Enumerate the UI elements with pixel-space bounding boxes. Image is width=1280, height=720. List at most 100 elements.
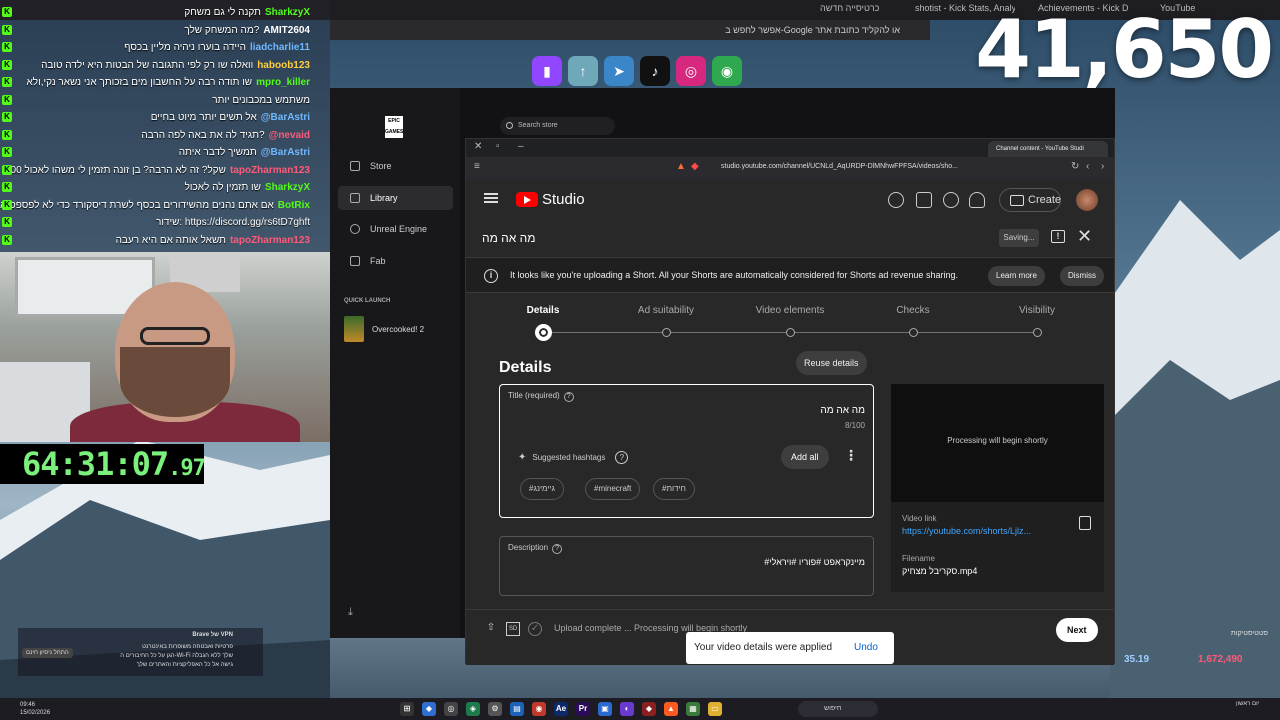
brave-shield-icon[interactable]: ▲ bbox=[676, 161, 686, 172]
description-input[interactable]: #מיינקראפט #פוריו #ויראלי bbox=[764, 557, 865, 567]
dismiss-button[interactable]: Dismiss bbox=[1060, 266, 1104, 286]
studio-logo[interactable]: Studio bbox=[516, 191, 585, 208]
instagram-icon[interactable]: ◎ bbox=[676, 56, 706, 86]
create-button[interactable]: Create bbox=[999, 188, 1061, 212]
more-options-icon[interactable]: ⋮ bbox=[844, 447, 858, 464]
step-video-elements[interactable]: Video elements bbox=[730, 305, 850, 316]
minimize-icon[interactable]: – bbox=[518, 141, 524, 152]
twitch-icon[interactable]: ▮ bbox=[532, 56, 562, 86]
app6-icon[interactable]: ◉ bbox=[712, 56, 742, 86]
hashtag-chip[interactable]: #גיימינג bbox=[520, 478, 564, 500]
next-button[interactable]: Next bbox=[1056, 618, 1098, 642]
address-bar[interactable]: studio.youtube.com/channel/UCNLd_AqURDP-… bbox=[721, 163, 958, 170]
tab-youtube-studio[interactable]: Channel content - YouTube Studi bbox=[988, 141, 1108, 157]
step-ad-suitability[interactable]: Ad suitability bbox=[606, 305, 726, 316]
chat-username[interactable]: @nevaid bbox=[269, 130, 310, 141]
download-icon[interactable]: ⤓ bbox=[348, 606, 353, 619]
messages-icon[interactable] bbox=[916, 192, 932, 208]
maximize-icon[interactable]: ▫ bbox=[496, 141, 500, 152]
title-field[interactable]: Title (required)? מה אה מה 8/100 ✦ Sugges… bbox=[499, 384, 874, 518]
taskbar-app-icon[interactable]: Ae bbox=[554, 702, 568, 716]
step-visibility[interactable]: Visibility bbox=[977, 305, 1097, 316]
epic-logo[interactable]: EPIC GAMES bbox=[385, 116, 403, 138]
chat-username[interactable]: SharkzyX bbox=[265, 182, 310, 193]
epic-search-input[interactable]: Search store bbox=[500, 117, 615, 135]
close-window-icon[interactable]: ✕ bbox=[474, 141, 482, 152]
chat-username[interactable]: BotRix bbox=[278, 200, 310, 211]
step-dot-visibility[interactable] bbox=[1032, 328, 1042, 337]
stream-stats: סטטיסטיקות 35.19 1,672,490 bbox=[1110, 630, 1280, 678]
help-icon[interactable] bbox=[943, 192, 959, 208]
taskbar-app-icon[interactable]: ▭ bbox=[708, 702, 722, 716]
menu-icon[interactable]: ≡ bbox=[474, 161, 480, 172]
chat-username[interactable]: tapoZharman123 bbox=[230, 235, 310, 246]
background-address-bar[interactable]: אפשר לחפש ב-Google או להקליד כתובת אתר bbox=[330, 20, 930, 40]
hashtag-chip[interactable]: #minecraft bbox=[585, 478, 641, 500]
step-dot-video-elements[interactable] bbox=[785, 328, 795, 337]
learn-more-button[interactable]: Learn more bbox=[988, 266, 1045, 286]
step-dot-checks[interactable] bbox=[908, 328, 918, 337]
copy-icon[interactable] bbox=[1079, 516, 1091, 530]
notifications-icon[interactable] bbox=[969, 192, 985, 208]
quick-launch-game[interactable]: Overcooked! 2 bbox=[344, 316, 424, 342]
taskbar-clock[interactable]: 09:46 15/02/2026 bbox=[20, 701, 50, 717]
vpn-trial-button[interactable]: התחל ניסיון חינם bbox=[22, 648, 73, 658]
help-icon[interactable]: ? bbox=[552, 544, 563, 554]
taskbar-search[interactable]: חיפוש bbox=[798, 701, 878, 717]
add-all-button[interactable]: Add all bbox=[781, 445, 829, 469]
taskbar-app-icon[interactable]: ◈ bbox=[466, 702, 480, 716]
epic-nav-fab[interactable]: Fab bbox=[338, 249, 453, 273]
kick-badge-icon: K bbox=[2, 164, 12, 175]
taskbar-app-icon[interactable]: Pr bbox=[576, 702, 590, 716]
taskbar-app-icon[interactable]: ◎ bbox=[444, 702, 458, 716]
epic-nav-library[interactable]: Library bbox=[338, 186, 453, 210]
reuse-details-button[interactable]: Reuse details bbox=[796, 351, 867, 375]
step-checks[interactable]: Checks bbox=[853, 305, 973, 316]
taskbar-app-icon[interactable]: ◆ bbox=[422, 702, 436, 716]
taskbar-app-icon[interactable]: ▤ bbox=[510, 702, 524, 716]
taskbar-app-icon[interactable]: ◐ bbox=[620, 702, 634, 716]
taskbar-app-icon[interactable]: ◆ bbox=[642, 702, 656, 716]
avatar[interactable] bbox=[1076, 189, 1098, 211]
chat-username[interactable]: haboob123 bbox=[257, 60, 310, 71]
title-input[interactable]: מה אה מה bbox=[820, 405, 865, 416]
bg-tab[interactable]: כרטיסייה חדשה bbox=[820, 3, 900, 17]
app3-icon[interactable]: ➤ bbox=[604, 56, 634, 86]
taskbar-date: יום ראשון bbox=[1236, 701, 1260, 707]
app2-icon[interactable]: ↑ bbox=[568, 56, 598, 86]
chat-username[interactable]: SharkzyX bbox=[265, 7, 310, 18]
epic-nav-store[interactable]: Store bbox=[338, 154, 453, 178]
step-dot-details[interactable] bbox=[534, 324, 552, 341]
taskbar-app-icon[interactable]: ◉ bbox=[532, 702, 546, 716]
search-icon[interactable] bbox=[888, 192, 904, 208]
chat-username[interactable]: AMIT2604 bbox=[263, 25, 310, 36]
tiktok-icon[interactable]: ♪ bbox=[640, 56, 670, 86]
step-details[interactable]: Details bbox=[483, 305, 603, 316]
feedback-icon[interactable]: ! bbox=[1051, 230, 1065, 243]
step-dot-ad-suitability[interactable] bbox=[661, 328, 671, 337]
chat-username[interactable]: tapoZharman123 bbox=[230, 165, 310, 176]
video-link[interactable]: https://youtube.com/shorts/Ljlz... bbox=[902, 526, 1031, 536]
forward-icon[interactable]: › bbox=[1101, 161, 1104, 172]
hashtag-chip[interactable]: #חידות bbox=[653, 478, 695, 500]
chat-username[interactable]: liadcharlie11 bbox=[250, 42, 310, 53]
taskbar-app-icon[interactable]: ▲ bbox=[664, 702, 678, 716]
reload-icon[interactable]: ↻ bbox=[1071, 161, 1079, 172]
help-icon[interactable]: ? bbox=[615, 451, 629, 464]
chat-username[interactable]: @BarAstri bbox=[261, 112, 310, 123]
hamburger-menu-icon[interactable] bbox=[484, 193, 498, 203]
brave-rewards-icon[interactable]: ◆ bbox=[691, 161, 699, 172]
description-field[interactable]: Description? #מיינקראפט #פוריו #ויראלי bbox=[499, 536, 874, 596]
chat-username[interactable]: @BarAstri bbox=[261, 147, 310, 158]
close-icon[interactable]: ✕ bbox=[1077, 226, 1092, 247]
taskbar-app-icon[interactable]: ⚙ bbox=[488, 702, 502, 716]
epic-nav-unreal[interactable]: Unreal Engine bbox=[338, 217, 453, 241]
undo-button[interactable]: Undo bbox=[854, 642, 878, 653]
chat-username[interactable]: mpro_killer bbox=[256, 77, 310, 88]
help-icon[interactable]: ? bbox=[563, 392, 574, 402]
taskbar-app-icon[interactable]: ▣ bbox=[598, 702, 612, 716]
kick-badge-icon: K bbox=[2, 234, 12, 245]
taskbar-app-icon[interactable]: ⊞ bbox=[400, 702, 414, 716]
back-icon[interactable]: ‹ bbox=[1086, 161, 1089, 172]
taskbar-app-icon[interactable]: ▦ bbox=[686, 702, 700, 716]
